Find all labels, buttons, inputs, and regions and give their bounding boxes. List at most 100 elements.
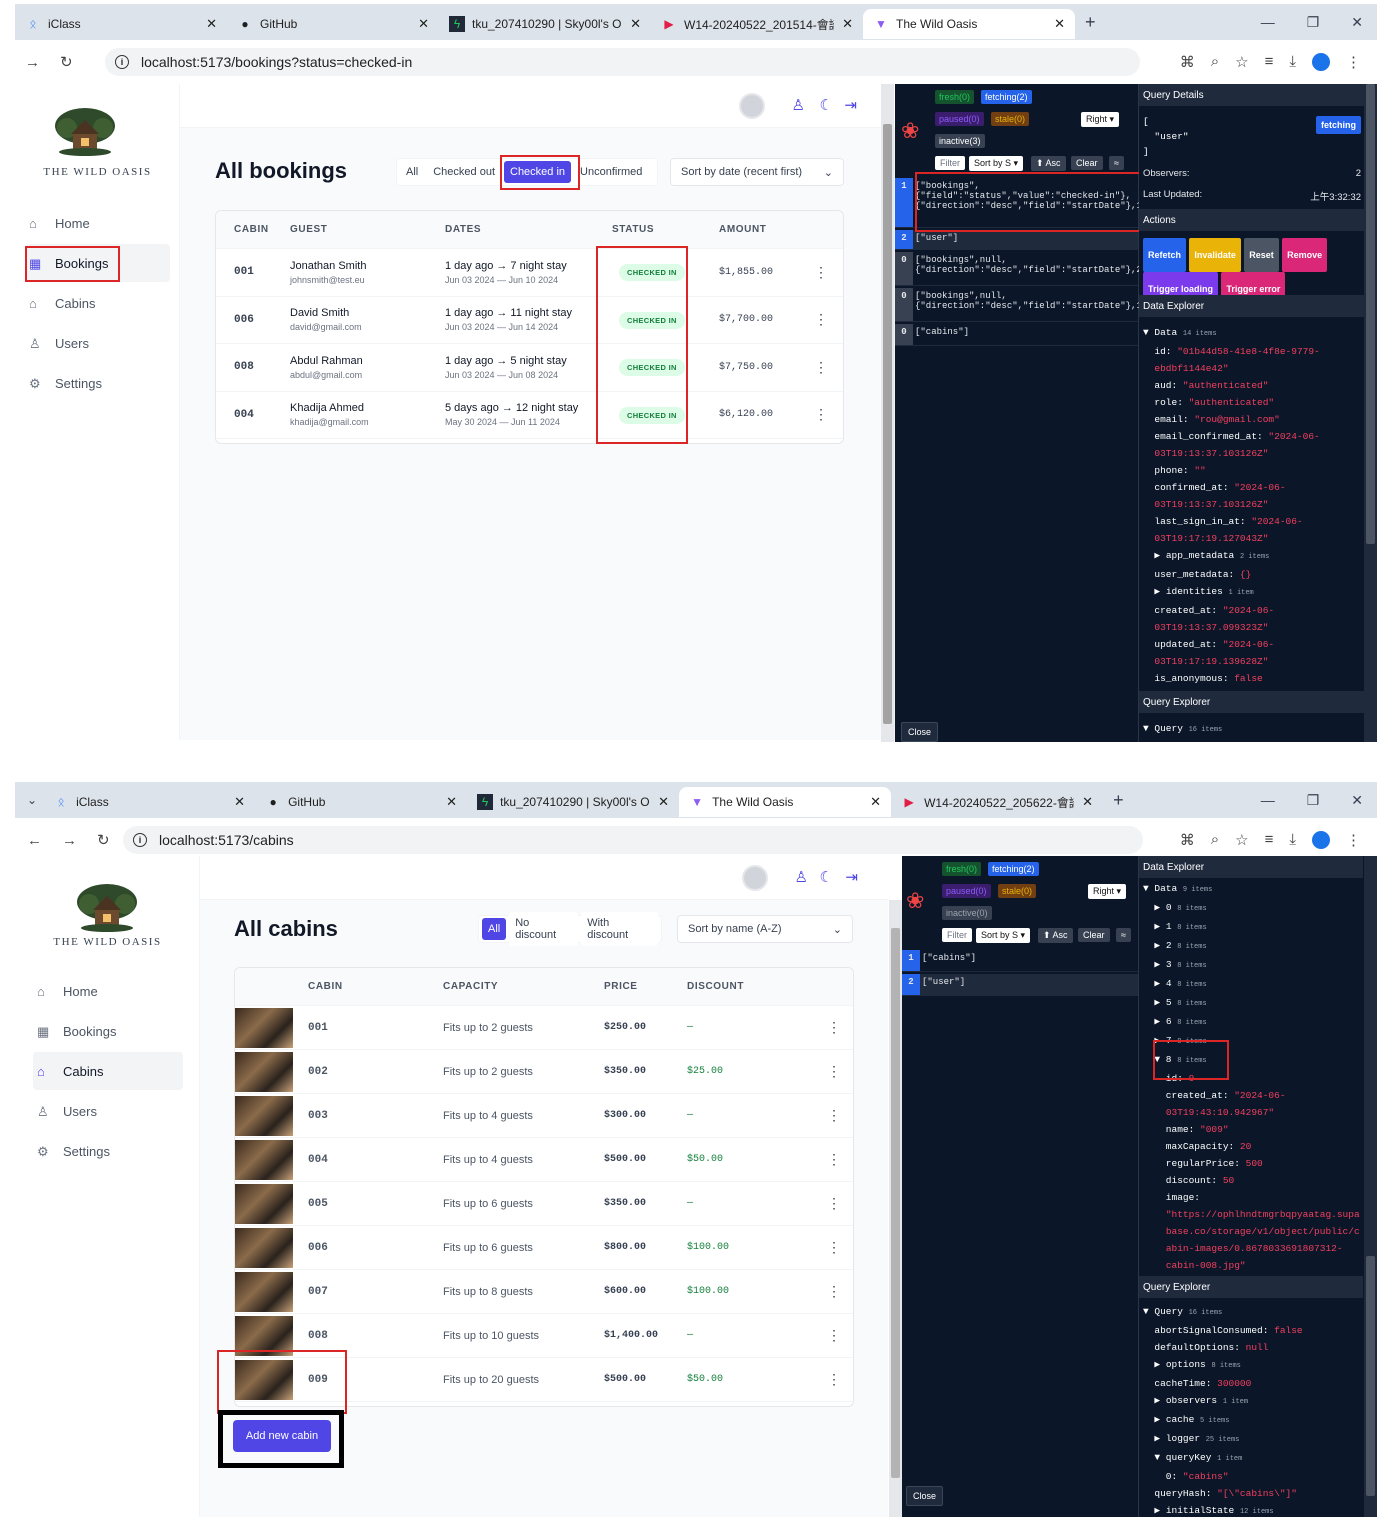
explorer-line[interactable]: image:	[1143, 1189, 1360, 1206]
tab-wild-oasis[interactable]: ▼ The Wild Oasis ✕	[679, 787, 892, 817]
media-icon[interactable]: ≡	[1265, 53, 1274, 71]
avatar[interactable]	[739, 93, 765, 119]
profile-icon[interactable]	[1312, 831, 1330, 849]
scrollbar-thumb[interactable]	[883, 124, 892, 724]
maximize-icon[interactable]: ❐	[1307, 14, 1320, 31]
download-icon[interactable]: ⤓	[1289, 831, 1296, 849]
tab-supabase[interactable]: ϟ tku_207410290 | Sky00l's Org ✕	[467, 787, 679, 817]
query-row[interactable]: 0 ["bookings",null, {"direction":"desc","…	[895, 288, 1147, 322]
menu-icon[interactable]: ⋮	[1346, 831, 1361, 849]
tab-wild-oasis[interactable]: ▼ The Wild Oasis ✕	[863, 9, 1075, 39]
explorer-line[interactable]: ▶ observers 1 item	[1143, 1392, 1303, 1411]
avatar[interactable]	[742, 865, 768, 891]
explorer-line[interactable]: ▶ app_metadata 2 items	[1143, 547, 1320, 566]
details-scrollbar[interactable]	[1364, 856, 1377, 1517]
info-icon[interactable]: i	[115, 55, 129, 69]
row-menu-icon[interactable]: ⋮	[827, 1019, 841, 1036]
minimize-icon[interactable]: —	[1261, 792, 1275, 809]
zoom-icon[interactable]: ⌕	[1211, 831, 1219, 849]
explorer-line[interactable]: name: "009"	[1143, 1121, 1360, 1138]
explorer-line[interactable]: ▶ 5 8 items	[1143, 994, 1360, 1013]
explorer-line[interactable]: 03T19:13:37.099323Z"	[1143, 619, 1320, 636]
row-menu-icon[interactable]: ⋮	[827, 1283, 841, 1300]
nav-users[interactable]: ♙ Users	[25, 324, 170, 362]
filter-all[interactable]: All	[482, 918, 507, 940]
row-menu-icon[interactable]: ⋮	[827, 1063, 841, 1080]
bookmark-icon[interactable]: ☆	[1235, 831, 1248, 849]
explorer-line[interactable]: ▶ options 8 items	[1143, 1356, 1303, 1375]
invalidate-button[interactable]: Invalidate	[1189, 238, 1241, 272]
explorer-line[interactable]: ▶ 6 8 items	[1143, 1013, 1360, 1032]
filter-with-discount[interactable]: With discount	[581, 912, 658, 946]
details-scrollbar[interactable]	[1364, 84, 1377, 742]
filter-no-discount[interactable]: No discount	[509, 912, 579, 946]
remove-button[interactable]: Remove	[1282, 238, 1328, 272]
explorer-line[interactable]: ▶ 1 8 items	[1143, 918, 1360, 937]
explorer-line[interactable]: cabin-008.jpg"	[1143, 1257, 1360, 1274]
tab-iclass[interactable]: ᛟ iClass ✕	[43, 787, 255, 817]
filter-input[interactable]: Filter	[942, 928, 972, 942]
close-icon[interactable]: ✕	[1054, 16, 1065, 32]
explorer-line[interactable]: regularPrice: 500	[1143, 1155, 1360, 1172]
explorer-line[interactable]: ▶ logger 25 items	[1143, 1430, 1303, 1449]
explorer-line[interactable]: confirmed_at: "2024-06-	[1143, 479, 1320, 496]
explorer-line[interactable]: 0: "cabins"	[1143, 1468, 1303, 1485]
explorer-line[interactable]: ▼ queryKey 1 item	[1143, 1449, 1303, 1468]
explorer-line[interactable]: created_at: "2024-06-	[1143, 602, 1320, 619]
close-icon[interactable]: ✕	[842, 16, 853, 32]
row-menu-icon[interactable]: ⋮	[814, 264, 834, 281]
tab-github[interactable]: ● GitHub ✕	[255, 787, 467, 817]
explorer-line[interactable]: updated_at: "2024-06-	[1143, 636, 1320, 653]
translate-icon[interactable]: ⌘	[1180, 53, 1195, 71]
tab-github[interactable]: ● GitHub ✕	[227, 9, 439, 39]
close-window-icon[interactable]: ✕	[1351, 792, 1363, 809]
explorer-line[interactable]: base.co/storage/v1/object/public/c	[1143, 1223, 1360, 1240]
reload-icon[interactable]: ↻	[97, 831, 110, 849]
explorer-line[interactable]: cacheTime: 300000	[1143, 1375, 1303, 1392]
reload-icon[interactable]: ↻	[60, 53, 73, 71]
nav-cabins[interactable]: ⌂ Cabins	[33, 1052, 183, 1090]
add-new-cabin-button[interactable]: Add new cabin	[233, 1420, 331, 1452]
explorer-line[interactable]: ▼ Query 16 items	[1143, 1303, 1303, 1322]
explorer-line[interactable]: created_at: "2024-06-	[1143, 1087, 1360, 1104]
close-devtools-button[interactable]: Close	[906, 1486, 944, 1506]
zoom-icon[interactable]: ⌕	[1211, 53, 1219, 71]
tab-stream[interactable]: ▶ W14-20240522_201514-會議 ✕	[651, 9, 863, 39]
sort-by-select[interactable]: Sort by S ▾	[969, 156, 1024, 171]
forward-icon[interactable]: →	[62, 832, 77, 849]
wifi-icon[interactable]: ≈	[1116, 928, 1131, 942]
media-icon[interactable]: ≡	[1265, 831, 1274, 849]
sort-by-select[interactable]: Sort by S ▾	[976, 928, 1031, 943]
url-field[interactable]: i localhost:5173/cabins	[123, 826, 1143, 854]
logout-icon[interactable]: ⇥	[844, 96, 857, 114]
explorer-line[interactable]: defaultOptions: null	[1143, 1339, 1303, 1356]
explorer-line[interactable]: 03T19:13:37.103126Z"	[1143, 496, 1320, 513]
tab-supabase[interactable]: ϟ tku_207410290 | Sky00l's Org ✕	[439, 9, 651, 39]
explorer-line[interactable]: last_sign_in_at: "2024-06-	[1143, 513, 1320, 530]
row-menu-icon[interactable]: ⋮	[827, 1151, 841, 1168]
row-menu-icon[interactable]: ⋮	[814, 359, 834, 376]
scrollbar-thumb[interactable]	[1366, 84, 1375, 544]
query-row[interactable]: 0 ["cabins"]	[895, 324, 1138, 346]
explorer-line[interactable]: ▶ 3 8 items	[1143, 956, 1360, 975]
url-field[interactable]: i localhost:5173/bookings?status=checked-…	[105, 48, 1140, 76]
moon-icon[interactable]: ☾	[820, 868, 833, 886]
position-select[interactable]: Right ▾	[1088, 884, 1127, 899]
user-icon[interactable]: ♙	[792, 96, 805, 114]
tab-iclass[interactable]: ᛟ iClass ✕	[15, 9, 227, 39]
translate-icon[interactable]: ⌘	[1180, 831, 1195, 849]
profile-icon[interactable]	[1312, 53, 1330, 71]
close-icon[interactable]: ✕	[658, 794, 669, 810]
query-row[interactable]: 2 ["user"]	[902, 974, 1138, 996]
nav-settings[interactable]: ⚙ Settings	[33, 1132, 183, 1170]
clear-button[interactable]: Clear	[1071, 156, 1103, 170]
row-menu-icon[interactable]: ⋮	[827, 1107, 841, 1124]
close-window-icon[interactable]: ✕	[1351, 14, 1363, 31]
explorer-line[interactable]: maxCapacity: 20	[1143, 1138, 1360, 1155]
explorer-line[interactable]: 03T19:43:10.942967"	[1143, 1104, 1360, 1121]
logout-icon[interactable]: ⇥	[845, 868, 858, 886]
bookmark-icon[interactable]: ☆	[1235, 53, 1248, 71]
explorer-line[interactable]: ▶ 0 8 items	[1143, 899, 1360, 918]
moon-icon[interactable]: ☾	[820, 96, 833, 114]
row-menu-icon[interactable]: ⋮	[827, 1327, 841, 1344]
